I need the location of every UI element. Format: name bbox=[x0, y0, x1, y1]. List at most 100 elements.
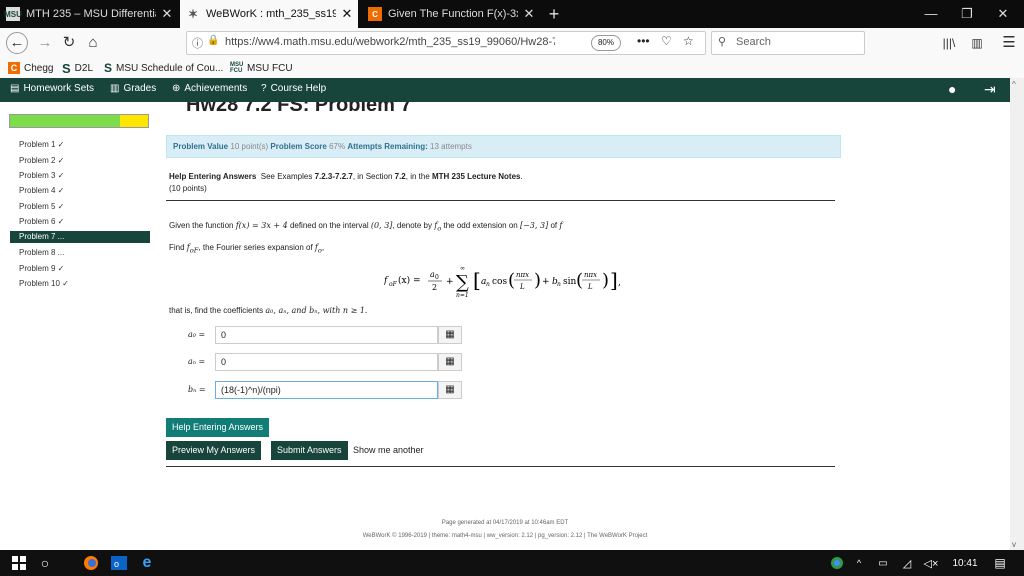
tab-label: MTH 235 – MSU Differential Eq bbox=[26, 8, 156, 20]
webwork-favicon-icon: ✶ bbox=[187, 7, 199, 21]
zoom-level-badge[interactable]: 80% bbox=[591, 35, 621, 51]
problem-link-2[interactable]: Problem 2 ✓ bbox=[19, 156, 64, 165]
scroll-down-icon[interactable]: v bbox=[1012, 540, 1016, 549]
problem-link-3[interactable]: Problem 3 ✓ bbox=[19, 171, 64, 180]
problem-link-8[interactable]: Problem 8 ... bbox=[19, 248, 64, 257]
firefox-logo bbox=[84, 556, 98, 570]
pocket-icon[interactable]: ♡ bbox=[661, 34, 672, 48]
help-line: Help Entering Answers See Examples 7.2.3… bbox=[169, 172, 523, 181]
nav-label: Homework Sets bbox=[23, 83, 95, 94]
close-window-icon[interactable]: ✕ bbox=[980, 0, 1024, 28]
info-icon[interactable]: ⓘ bbox=[192, 35, 203, 51]
user-account-icon[interactable]: ● bbox=[948, 81, 956, 97]
tab-label: WeBWorK : mth_235_ss19_990 bbox=[206, 8, 336, 20]
search-input[interactable]: ⚲ Search bbox=[711, 31, 865, 55]
problem-link-6[interactable]: Problem 6 ✓ bbox=[19, 217, 64, 226]
problem-link-1[interactable]: Problem 1 ✓ bbox=[19, 140, 64, 149]
bookmark-msu-fcu[interactable]: MSU FCU MSU FCU bbox=[230, 60, 293, 76]
bookmark-chegg[interactable]: C Chegg bbox=[8, 60, 53, 76]
text: defined on the interval bbox=[289, 221, 369, 230]
bookmark-msu-schedule[interactable]: S MSU Schedule of Cou... bbox=[104, 60, 223, 76]
math-fo: fo bbox=[434, 221, 442, 233]
math-function: f(x) = 3x + 4 bbox=[235, 221, 288, 230]
nav-achievements[interactable]: ⊕ Achievements bbox=[172, 83, 247, 94]
browser-nav-bar: ← → ↻ ⌂ ⓘ 🔒 https://ww4.math.msu.edu/web… bbox=[0, 28, 1024, 59]
page-actions-icon[interactable]: ••• bbox=[637, 34, 650, 48]
problem-link-5[interactable]: Problem 5 ✓ bbox=[19, 202, 64, 211]
volume-icon[interactable]: ◁× bbox=[922, 554, 940, 572]
lecture-notes-link[interactable]: MTH 235 Lecture Notes bbox=[432, 172, 520, 181]
bookmark-star-icon[interactable]: ☆ bbox=[683, 34, 694, 48]
nav-course-help[interactable]: ? Course Help bbox=[261, 83, 326, 94]
equation-editor-icon[interactable]: ▦ bbox=[438, 326, 462, 344]
scroll-up-icon[interactable]: ^ bbox=[1012, 80, 1016, 89]
home-icon[interactable]: ⌂ bbox=[82, 32, 104, 54]
help-entering-answers-button[interactable]: Help Entering Answers bbox=[166, 418, 270, 437]
sidebar-toggle-icon[interactable]: ▥ bbox=[966, 32, 988, 54]
svg-text:oF: oF bbox=[389, 281, 398, 288]
url-bar[interactable]: ⓘ 🔒 https://ww4.math.msu.edu/webwork2/mt… bbox=[186, 31, 706, 55]
answer-input-an[interactable]: 0 bbox=[215, 353, 438, 371]
equation-editor-icon[interactable]: ▦ bbox=[438, 381, 462, 399]
spartan-s-icon: S bbox=[62, 60, 71, 76]
tray-expand-icon[interactable]: ^ bbox=[852, 554, 866, 572]
windows-logo bbox=[12, 556, 26, 570]
math-extension: [−3, 3] bbox=[519, 221, 549, 230]
svg-text:L: L bbox=[587, 283, 593, 291]
show-me-another-button[interactable]: Show me another bbox=[353, 445, 424, 455]
close-tab-icon[interactable]: ✕ bbox=[518, 6, 540, 22]
answer-label-a0: a₀ = bbox=[188, 330, 206, 339]
answer-input-a0[interactable]: 0 bbox=[215, 326, 438, 344]
close-tab-icon[interactable]: ✕ bbox=[336, 6, 358, 22]
tab-msu-differential[interactable]: MSU MTH 235 – MSU Differential Eq ✕ bbox=[0, 0, 178, 28]
text: that is, find the coefficients bbox=[169, 306, 264, 315]
battery-icon[interactable]: ▭ bbox=[874, 554, 892, 572]
cortana-search-icon[interactable]: ○ bbox=[34, 554, 56, 572]
math-fof: foF bbox=[186, 243, 199, 255]
outlook-taskbar-icon[interactable]: o bbox=[108, 554, 130, 572]
edge-taskbar-icon[interactable]: e bbox=[136, 554, 158, 572]
bookmark-label: Chegg bbox=[24, 62, 54, 74]
bookmark-d2l[interactable]: S D2L bbox=[62, 60, 93, 76]
menu-hamburger-icon[interactable]: ☰ bbox=[998, 32, 1020, 54]
page-scrollbar[interactable]: ^ v bbox=[1010, 78, 1024, 550]
problem-link-9[interactable]: Problem 9 ✓ bbox=[19, 264, 64, 273]
svg-text:n: n bbox=[486, 281, 490, 288]
preview-answers-button[interactable]: Preview My Answers bbox=[166, 441, 262, 460]
chrome-tray-icon[interactable] bbox=[828, 554, 846, 572]
nav-grades[interactable]: ▥ Grades bbox=[110, 83, 156, 94]
library-icon[interactable]: |||\ bbox=[938, 32, 960, 54]
tab-webwork[interactable]: ✶ WeBWorK : mth_235_ss19_990 ✕ bbox=[180, 0, 358, 28]
problem-score: 67% bbox=[329, 142, 346, 151]
new-tab-plus-icon[interactable]: + bbox=[544, 3, 564, 25]
answer-input-bn[interactable]: (18(-1)^n)/(npi) bbox=[215, 381, 438, 399]
svg-text:sin: sin bbox=[563, 277, 576, 287]
clock-time[interactable]: 10:41 bbox=[948, 554, 982, 572]
wifi-icon[interactable]: ◿ bbox=[898, 554, 916, 572]
progress-incorrect bbox=[120, 115, 148, 127]
problem-score-label: Problem Score bbox=[270, 142, 327, 151]
windows-start-icon[interactable] bbox=[8, 554, 30, 572]
url-text[interactable]: https://ww4.math.msu.edu/webwork2/mth_23… bbox=[225, 36, 555, 48]
reload-icon[interactable]: ↻ bbox=[58, 32, 80, 54]
tab-chegg[interactable]: C Given The Function F(x)-3x 2 D ✕ bbox=[362, 0, 540, 28]
attempts-remaining: 13 attempts bbox=[430, 142, 472, 151]
help-circle-icon: ? bbox=[261, 83, 267, 94]
logout-icon[interactable]: ⇥ bbox=[984, 81, 996, 98]
forward-arrow-icon[interactable]: → bbox=[34, 32, 56, 54]
close-tab-icon[interactable]: ✕ bbox=[156, 6, 178, 22]
problem-link-10[interactable]: Problem 10 ✓ bbox=[19, 279, 69, 288]
action-center-icon[interactable]: ▤ bbox=[990, 554, 1010, 572]
nav-homework-sets[interactable]: ▤ Homework Sets bbox=[10, 83, 94, 94]
chegg-icon: C bbox=[8, 62, 20, 74]
problem-link-7-current[interactable]: Problem 7 ... bbox=[10, 231, 150, 243]
text: Given the function bbox=[169, 221, 234, 230]
firefox-taskbar-icon[interactable] bbox=[80, 554, 102, 572]
svg-text:n=1: n=1 bbox=[456, 292, 469, 299]
equation-editor-icon[interactable]: ▦ bbox=[438, 353, 462, 371]
math-f: f bbox=[559, 221, 563, 230]
submit-answers-button[interactable]: Submit Answers bbox=[271, 441, 348, 460]
back-arrow-icon[interactable]: ← bbox=[6, 32, 28, 54]
problem-link-4[interactable]: Problem 4 ✓ bbox=[19, 186, 64, 195]
svg-text:∞: ∞ bbox=[460, 265, 465, 272]
